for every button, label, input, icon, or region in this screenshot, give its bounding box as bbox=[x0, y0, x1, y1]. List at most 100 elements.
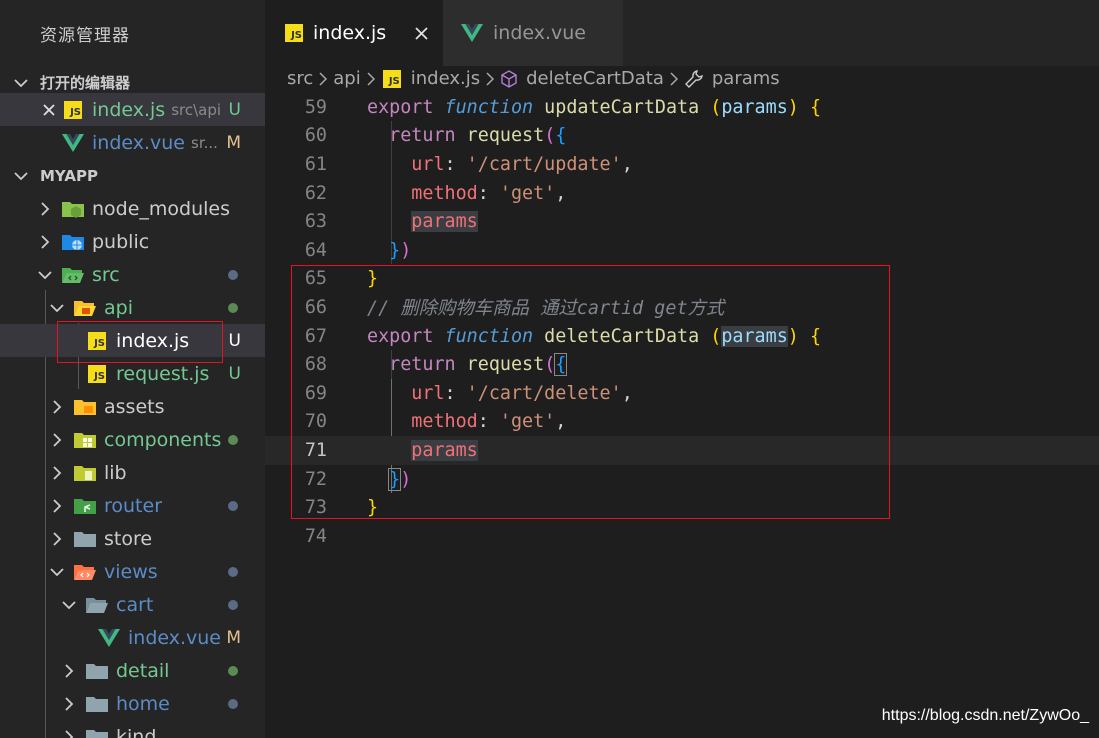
code-line-current: 71 params bbox=[265, 436, 1099, 465]
tree-folder-node-modules[interactable]: node_modules bbox=[0, 192, 265, 225]
tree-folder-api[interactable]: api bbox=[0, 291, 265, 324]
line-number: 70 bbox=[304, 411, 327, 433]
line-code: method: 'get', bbox=[411, 182, 567, 204]
breadcrumb-item: index.js bbox=[410, 68, 481, 89]
project-header[interactable]: MYAPP bbox=[0, 159, 265, 192]
breadcrumb-symbol[interactable]: deleteCartData bbox=[500, 68, 664, 89]
line-code: method: 'get', bbox=[411, 411, 567, 433]
tree-item-label: router bbox=[104, 494, 163, 517]
line-code: export function deleteCartData (params) … bbox=[367, 325, 822, 347]
chevron-right-icon bbox=[48, 530, 66, 548]
open-editor-path: src\api bbox=[171, 100, 222, 119]
open-editor-path: sr... bbox=[191, 133, 218, 152]
untracked-dot bbox=[228, 434, 238, 445]
chevron-right-icon bbox=[367, 71, 375, 86]
folder-icon bbox=[74, 528, 96, 550]
tree-item-label: index.vue bbox=[128, 626, 221, 649]
tree-folder-assets[interactable]: assets bbox=[0, 390, 265, 423]
modified-dot bbox=[228, 269, 238, 280]
tree-folder-cart[interactable]: cart bbox=[0, 588, 265, 621]
close-icon[interactable] bbox=[414, 26, 429, 41]
tree-item-label: lib bbox=[104, 461, 127, 484]
chevron-right-icon bbox=[36, 233, 54, 251]
tree-file-request-js[interactable]: JS request.js U bbox=[0, 357, 265, 390]
chevron-down-icon bbox=[36, 266, 54, 284]
breadcrumb-item[interactable]: api bbox=[333, 68, 360, 89]
breadcrumb-symbol[interactable]: params bbox=[684, 68, 780, 89]
tab-index-js[interactable]: JS index.js bbox=[265, 0, 443, 66]
tree-file-index-vue[interactable]: index.vue M bbox=[0, 621, 265, 654]
public-folder-icon bbox=[62, 231, 84, 253]
tree-folder-detail[interactable]: detail bbox=[0, 654, 265, 687]
line-code: }) bbox=[389, 239, 412, 261]
code-line: 65 } bbox=[265, 265, 1099, 294]
router-folder-icon bbox=[74, 495, 96, 517]
tab-index-vue[interactable]: index.vue bbox=[443, 0, 623, 66]
untracked-dot bbox=[228, 302, 238, 313]
tree-folder-components[interactable]: components bbox=[0, 423, 265, 456]
breadcrumb: src api JS index.js deleteCartData param… bbox=[265, 66, 1099, 91]
line-number: 72 bbox=[304, 468, 327, 490]
line-number: 65 bbox=[304, 268, 327, 290]
line-number: 61 bbox=[304, 153, 327, 175]
line-code: }) bbox=[388, 467, 412, 491]
views-folder-open-icon bbox=[74, 561, 96, 583]
vue-file-icon bbox=[461, 22, 483, 44]
untracked-badge: U bbox=[228, 99, 241, 120]
code-line: 70 method: 'get', bbox=[265, 408, 1099, 437]
tree-folder-views[interactable]: views bbox=[0, 555, 265, 588]
modified-badge: M bbox=[226, 627, 241, 648]
tree-folder-router[interactable]: router bbox=[0, 489, 265, 522]
open-editor-item-index-vue[interactable]: index.vue sr... M bbox=[0, 126, 265, 159]
line-number: 66 bbox=[304, 296, 327, 318]
tree-item-label: kind bbox=[116, 725, 157, 738]
tree-folder-kind[interactable]: kind bbox=[0, 720, 265, 738]
open-editor-filename: index.vue bbox=[92, 131, 185, 154]
tree-file-index-js[interactable]: JS index.js U bbox=[0, 324, 265, 357]
tree-item-label: store bbox=[104, 527, 153, 550]
folder-icon bbox=[86, 693, 108, 715]
breadcrumb-item: params bbox=[711, 68, 780, 89]
modified-dot bbox=[228, 566, 238, 577]
editor-tab-bar: JS index.js index.vue bbox=[265, 0, 1099, 66]
modified-dot bbox=[228, 500, 238, 511]
tree-item-label: index.js bbox=[116, 329, 190, 352]
breadcrumb-file[interactable]: JS index.js bbox=[381, 68, 480, 90]
chevron-right-icon bbox=[48, 398, 66, 416]
line-code: url: '/cart/delete', bbox=[411, 382, 633, 404]
tree-folder-store[interactable]: store bbox=[0, 522, 265, 555]
chevron-down-icon bbox=[48, 563, 66, 581]
tree-folder-src[interactable]: src bbox=[0, 258, 265, 291]
tree-folder-public[interactable]: public bbox=[0, 225, 265, 258]
line-number: 59 bbox=[304, 96, 327, 118]
line-number: 74 bbox=[304, 525, 327, 547]
tree-folder-home[interactable]: home bbox=[0, 687, 265, 720]
breadcrumb-item[interactable]: src bbox=[287, 68, 313, 89]
line-code: url: '/cart/update', bbox=[411, 153, 633, 175]
line-number: 69 bbox=[304, 382, 327, 404]
line-code: } bbox=[367, 497, 379, 519]
open-editor-item-index-js[interactable]: JS index.js src\api U bbox=[0, 93, 265, 126]
vue-file-icon bbox=[62, 132, 84, 154]
code-editor[interactable]: 59 export function updateCartData (param… bbox=[265, 93, 1099, 738]
line-code: return request({ bbox=[389, 125, 567, 147]
tree-folder-lib[interactable]: lib bbox=[0, 456, 265, 489]
chevron-right-icon bbox=[319, 71, 328, 86]
tree-item-label: detail bbox=[116, 659, 170, 682]
close-icon[interactable] bbox=[40, 101, 58, 119]
chevron-right-icon bbox=[60, 662, 78, 680]
chevron-down-icon bbox=[60, 596, 78, 614]
chevron-right-icon bbox=[48, 431, 66, 449]
watermark: https://blog.csdn.net/ZywOo_ bbox=[881, 707, 1089, 724]
line-number: 62 bbox=[304, 182, 327, 204]
line-number: 60 bbox=[304, 125, 327, 147]
code-line: 62 method: 'get', bbox=[265, 179, 1099, 208]
tree-item-label: assets bbox=[104, 395, 165, 418]
src-folder-open-icon bbox=[62, 264, 84, 286]
tree-item-label: public bbox=[92, 230, 150, 253]
tree-item-label: src bbox=[92, 263, 120, 286]
line-number: 71 bbox=[304, 439, 327, 461]
chevron-right-icon bbox=[60, 728, 78, 738]
open-editor-filename: index.js bbox=[92, 98, 166, 121]
line-number: 68 bbox=[304, 354, 327, 376]
